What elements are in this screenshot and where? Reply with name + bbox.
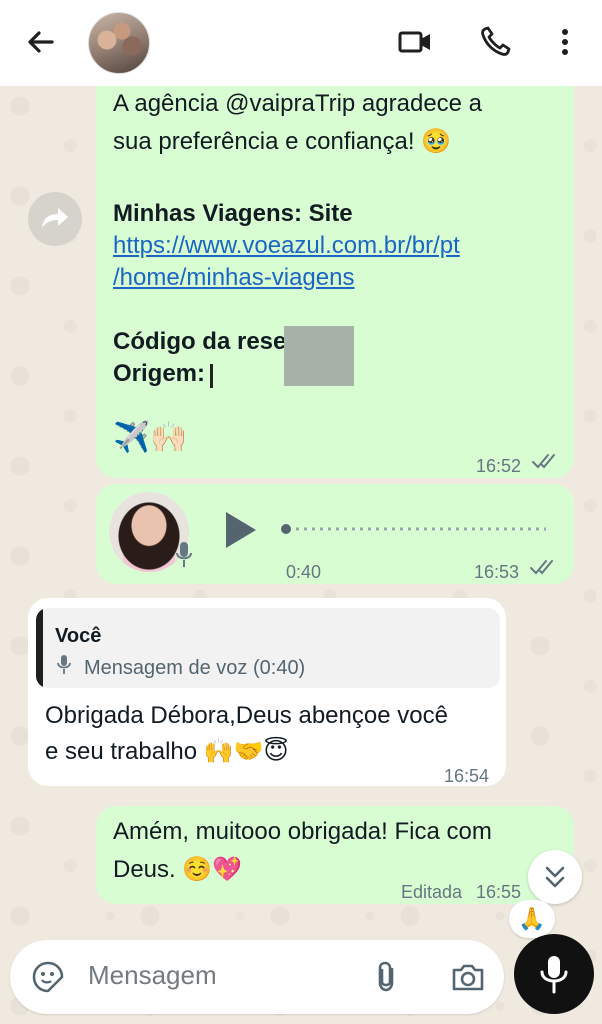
message-last[interactable]: Amém, muitooo obrigada! Fica com Deus. ☺… [96, 806, 574, 904]
quote-author: Você [55, 625, 102, 647]
contact-avatar[interactable] [88, 12, 150, 74]
forward-icon [42, 208, 68, 228]
quote-text: Mensagem de voz (0:40) [84, 657, 306, 679]
message-time: 16:55 [476, 882, 522, 902]
sticker-icon[interactable] [30, 959, 66, 995]
redaction-block [284, 326, 354, 386]
message-time: 16:54 [444, 766, 490, 786]
site-link[interactable]: https://www.voeazul.com.br/br/pt [113, 230, 460, 262]
message-emojis: ✈️🙌🏻 [113, 421, 188, 454]
double-check-icon [532, 454, 555, 469]
message-text-line: e seu trabalho 🙌🤝😇 [45, 738, 289, 765]
message-composer[interactable]: Mensagem [10, 940, 504, 1014]
message-text-line: sua preferência e confiança! 🥹 [113, 128, 452, 155]
message-reaction[interactable]: 🙏 [509, 900, 555, 938]
microphone-icon [176, 542, 192, 567]
message-receipt[interactable]: A agência @vaipraTrip agradece a sua pre… [96, 86, 574, 478]
message-text-line: A agência @vaipraTrip agradece a [113, 90, 483, 117]
message-reply[interactable]: Você Mensagem de voz (0:40) Obrigada Déb… [28, 598, 506, 786]
voice-progress-track[interactable] [280, 524, 548, 534]
site-label: Minhas Viagens: Site [113, 200, 353, 227]
message-voice-note[interactable]: 0:40 16:53 [96, 484, 574, 584]
microphone-icon [57, 655, 71, 674]
text-cursor [210, 364, 213, 388]
video-camera-icon[interactable] [395, 22, 435, 62]
double-check-icon [530, 560, 553, 575]
camera-icon[interactable] [450, 959, 486, 995]
microphone-icon [540, 956, 568, 994]
origin-label: Origem: [113, 360, 206, 387]
record-voice-button[interactable] [514, 934, 594, 1014]
forward-button[interactable] [28, 192, 82, 246]
edited-label: Editada [401, 882, 463, 902]
quote-bar [36, 608, 43, 688]
paperclip-icon[interactable] [368, 959, 404, 995]
message-input[interactable]: Mensagem [88, 960, 217, 991]
message-time: 16:52 [476, 456, 522, 476]
chevron-double-down-icon [545, 866, 565, 888]
more-vertical-icon[interactable] [545, 22, 585, 62]
message-text-line: Amém, muitooo obrigada! Fica com [113, 818, 492, 845]
scroll-to-bottom-button[interactable] [528, 850, 582, 904]
arrow-left-icon[interactable] [20, 22, 60, 62]
message-text-line: Obrigada Débora,Deus abençoe você [45, 702, 448, 729]
quoted-message[interactable]: Você Mensagem de voz (0:40) [36, 608, 500, 688]
site-link-continued[interactable]: /home/minhas-viagens [113, 262, 354, 294]
message-time: 16:53 [474, 562, 520, 582]
voice-duration: 0:40 [286, 562, 322, 582]
chat-header [0, 0, 602, 86]
play-icon[interactable] [222, 510, 258, 550]
message-text-line: Deus. ☺️💖 [113, 856, 243, 883]
phone-icon[interactable] [475, 22, 515, 62]
